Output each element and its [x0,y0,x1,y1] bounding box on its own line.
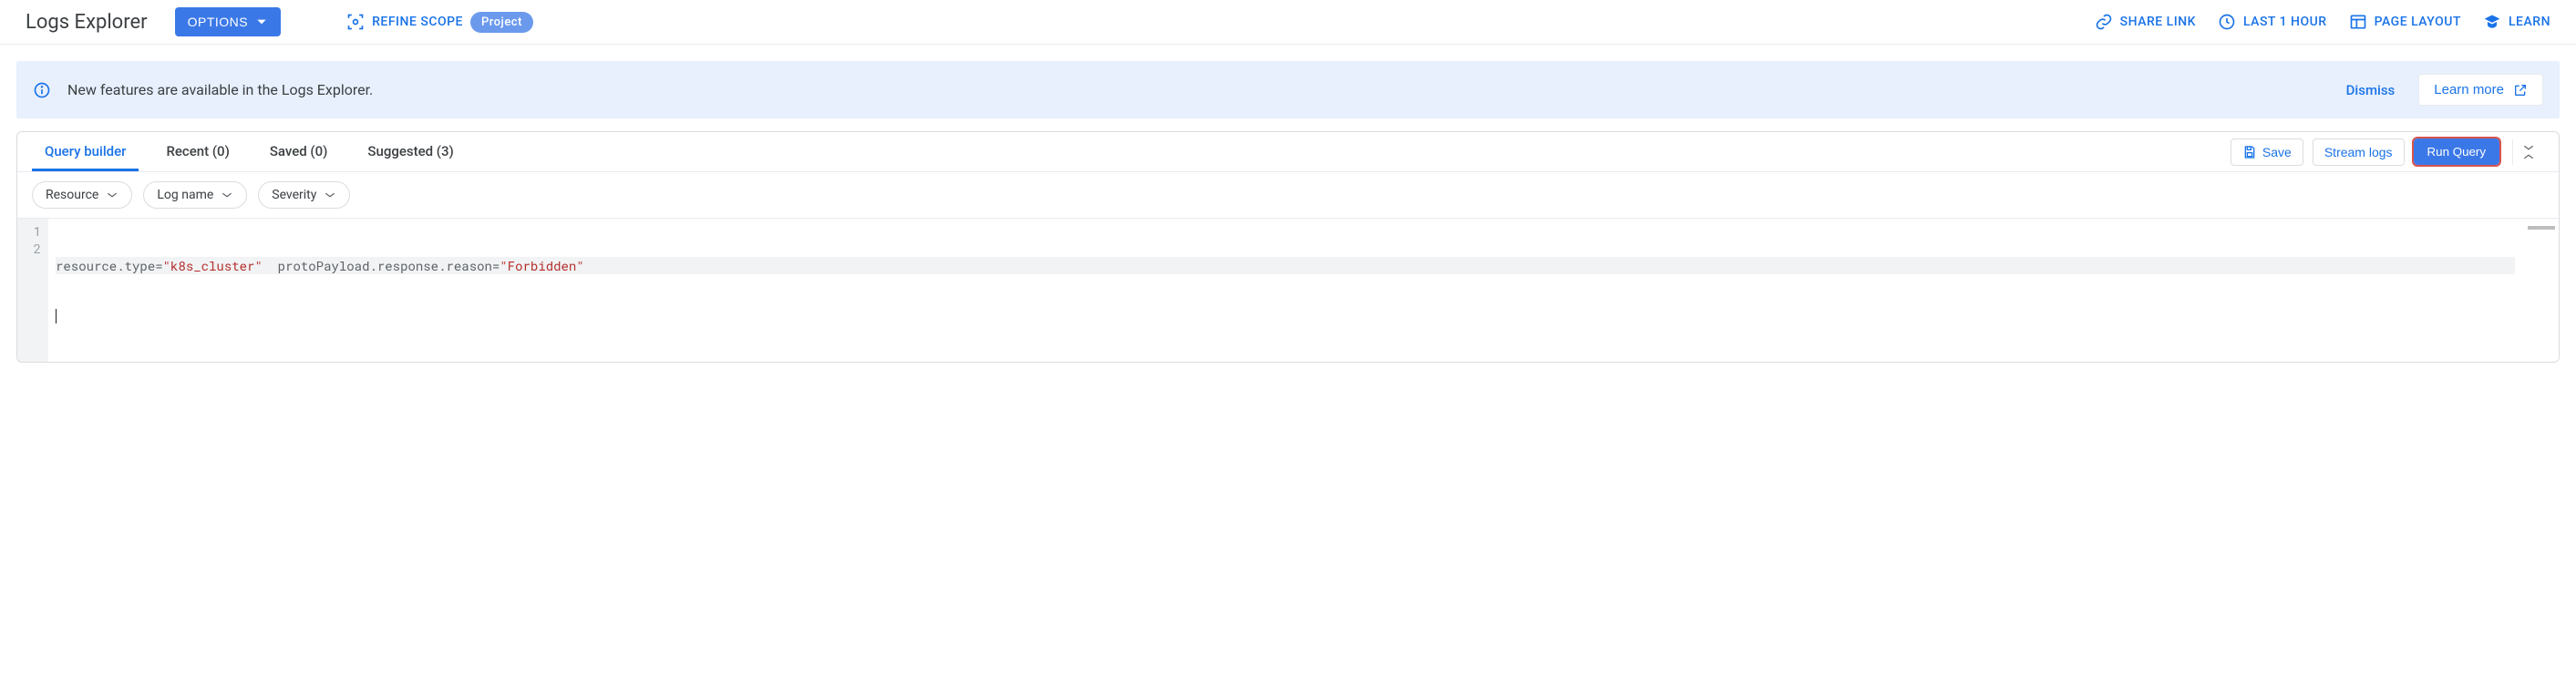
gutter-line-1: 1 [28,222,41,240]
minimap-mark [2528,226,2555,230]
run-query-button[interactable]: Run Query [2414,138,2499,165]
time-range-label: LAST 1 HOUR [2243,15,2327,29]
token-string: "k8s_cluster" [163,257,263,274]
filter-chip-log-name-label: Log name [157,188,213,202]
dismiss-button[interactable]: Dismiss [2346,82,2396,98]
options-label: OPTIONS [188,15,249,29]
page-layout-button[interactable]: PAGE LAYOUT [2349,13,2461,31]
layout-icon [2349,13,2367,31]
tab-query-builder[interactable]: Query builder [32,132,139,171]
share-link-button[interactable]: SHARE LINK [2095,13,2196,31]
save-button[interactable]: Save [2231,138,2303,166]
chevron-down-icon [106,190,118,200]
open-in-new-icon [2513,83,2528,97]
editor-gutter: 1 2 [17,219,48,362]
gutter-line-2: 2 [28,240,41,257]
editor-line-2[interactable] [56,309,2515,323]
chevron-up-icon [2522,152,2535,161]
learn-button[interactable]: LEARN [2483,13,2550,31]
token-op: = [155,257,162,274]
clock-icon [2218,13,2236,31]
tab-saved[interactable]: Saved (0) [257,132,341,171]
stream-logs-button[interactable]: Stream logs [2313,138,2405,166]
chevron-down-icon [2522,143,2535,152]
query-editor[interactable]: 1 2 resource.type="k8s_cluster" protoPay… [17,219,2559,362]
learn-label: LEARN [2509,15,2550,29]
notification-text: New features are available in the Logs E… [67,81,373,98]
graduation-cap-icon [2483,13,2501,31]
scope-icon [346,13,365,31]
tab-suggested[interactable]: Suggested (3) [355,132,466,171]
caret-down-icon [255,15,268,28]
scope-badge: Project [470,12,533,33]
filter-chip-severity-label: Severity [272,188,316,202]
editor-content[interactable]: resource.type="k8s_cluster" protoPayload… [48,219,2522,362]
token-space [263,257,278,274]
options-button[interactable]: OPTIONS [175,7,282,36]
filter-chip-resource-label: Resource [46,188,98,202]
refine-scope-label: REFINE SCOPE [372,15,463,29]
link-icon [2095,13,2113,31]
time-range-button[interactable]: LAST 1 HOUR [2218,13,2327,31]
filter-chip-resource[interactable]: Resource [32,181,132,209]
token-op: = [492,257,500,274]
info-icon [33,81,51,99]
learn-more-button[interactable]: Learn more [2418,74,2543,106]
refine-scope-button[interactable]: REFINE SCOPE Project [346,12,533,33]
save-label: Save [2262,145,2292,159]
page-title: Logs Explorer [26,11,148,34]
stream-logs-label: Stream logs [2324,145,2393,159]
token-string: "Forbidden" [500,257,583,274]
text-cursor [56,309,57,323]
editor-line-1[interactable]: resource.type="k8s_cluster" protoPayload… [56,257,2515,274]
token-key: protoPayload.response.reason [278,257,492,274]
page-layout-label: PAGE LAYOUT [2375,15,2461,29]
share-link-label: SHARE LINK [2120,15,2196,29]
chevron-down-icon [221,190,233,200]
save-icon [2242,145,2257,159]
collapse-toggle[interactable] [2512,139,2544,165]
filter-chip-severity[interactable]: Severity [258,181,350,209]
token-key: resource.type [56,257,155,274]
editor-minimap[interactable] [2522,219,2559,362]
learn-more-label: Learn more [2434,82,2504,97]
tab-recent[interactable]: Recent (0) [153,132,242,171]
filter-chip-log-name[interactable]: Log name [143,181,247,209]
chevron-down-icon [324,190,336,200]
notification-bar: New features are available in the Logs E… [16,61,2560,118]
